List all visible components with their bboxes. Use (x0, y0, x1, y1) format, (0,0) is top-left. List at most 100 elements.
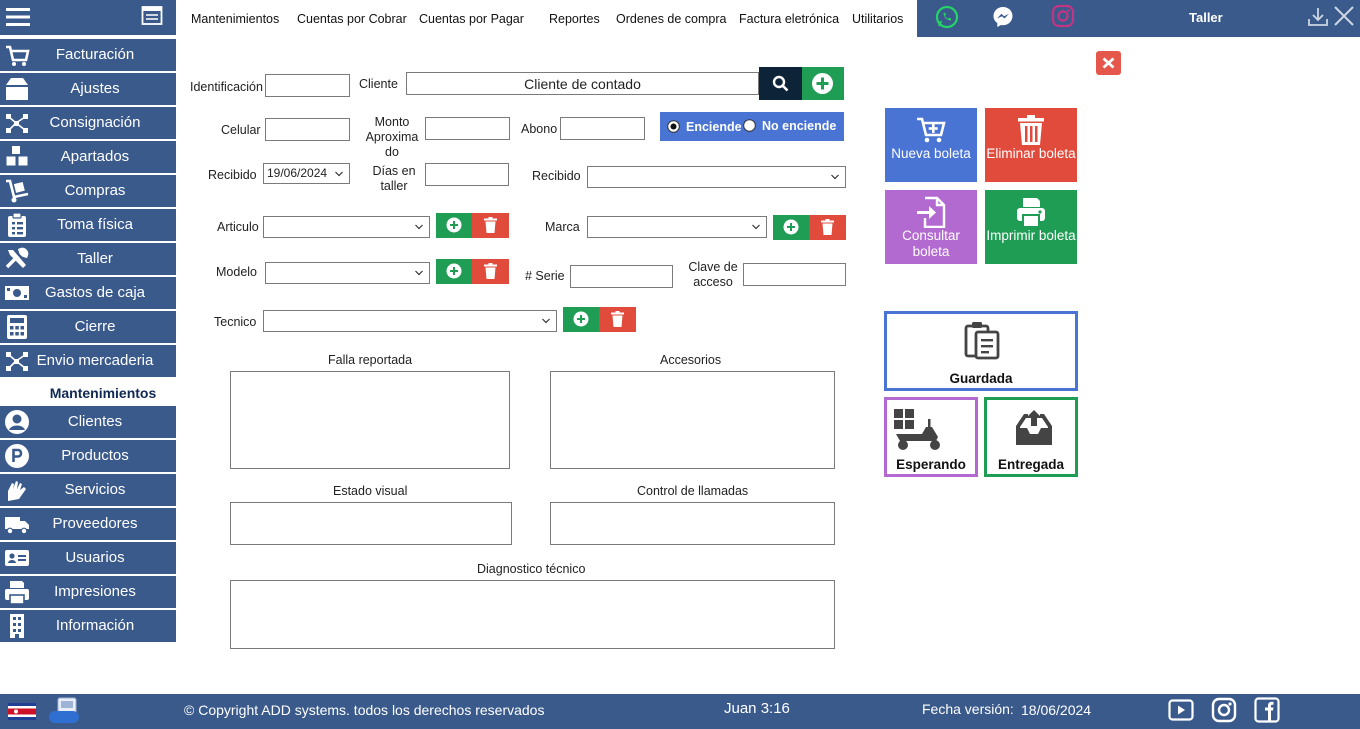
search-cliente-button[interactable] (759, 67, 802, 100)
sidebar-item-usuarios[interactable]: Usuarios (0, 542, 176, 574)
estado-guardada-button[interactable]: Guardada (884, 311, 1078, 391)
estado-esperando-button[interactable]: Esperando (884, 397, 978, 477)
celular-input[interactable] (265, 118, 350, 141)
menu-cuentas-cobrar[interactable]: Cuentas por Cobrar (297, 12, 407, 26)
delete-tecnico-button[interactable] (599, 307, 636, 332)
eliminar-boleta-label: Eliminar boleta (986, 146, 1076, 161)
control-label: Control de llamadas (637, 484, 749, 498)
sidebar-item-compras[interactable]: Compras (0, 175, 176, 207)
sidebar-item-clientes[interactable]: Clientes (0, 406, 176, 438)
add-systems-logo (49, 697, 79, 723)
sidebar-item-label: Facturación (55, 46, 135, 63)
sidebar-item-taller[interactable]: Taller (0, 243, 176, 275)
add-tecnico-button[interactable] (563, 307, 599, 332)
menu-reportes[interactable]: Reportes (549, 12, 600, 26)
accesorios-label: Accesorios (660, 353, 722, 367)
sidebar-item-ajustes[interactable]: Ajustes (0, 73, 176, 105)
chevron-down-icon (415, 224, 423, 230)
sidebar-item-información[interactable]: Información (0, 610, 176, 642)
estado-entregada-button[interactable]: Entregada (984, 397, 1078, 477)
chevron-down-icon (335, 171, 343, 177)
radio-enciende[interactable] (667, 120, 680, 133)
monto-input[interactable] (425, 117, 510, 140)
hamburger-menu-icon[interactable] (6, 6, 30, 28)
trash-icon (611, 311, 624, 327)
add-marca-button[interactable] (773, 215, 809, 240)
menu-ordenes-compra[interactable]: Ordenes de compra (616, 12, 726, 26)
dias-input[interactable] (425, 163, 509, 186)
add-cliente-button[interactable] (802, 67, 844, 100)
diagnostico-label: Diagnostico técnico (477, 562, 586, 576)
sidebar-item-cierre[interactable]: Cierre (0, 311, 176, 343)
close-form-button[interactable] (1096, 51, 1121, 75)
instagram-icon[interactable] (1051, 4, 1075, 28)
sidebar-item-label: Usuarios (65, 549, 125, 566)
menu-cuentas-pagar[interactable]: Cuentas por Pagar (419, 12, 524, 26)
add-modelo-button[interactable] (436, 259, 472, 284)
sidebar-item-gastos-de-caja[interactable]: Gastos de caja (0, 277, 176, 309)
menu-utilitarios[interactable]: Utilitarios (852, 12, 903, 26)
serie-input[interactable] (570, 265, 673, 288)
identificacion-input[interactable] (265, 74, 350, 97)
sidebar-item-label: Compras (64, 182, 126, 199)
recibido-date-picker[interactable]: 19/06/2024 (263, 163, 350, 184)
whatsapp-icon[interactable] (935, 5, 959, 29)
sidebar-item-toma-física[interactable]: Toma física (0, 209, 176, 241)
trash-icon (1018, 115, 1044, 145)
falla-textarea[interactable] (230, 371, 510, 469)
sidebar-item-impresiones[interactable]: Impresiones (0, 576, 176, 608)
youtube-icon[interactable] (1168, 697, 1194, 723)
download-icon[interactable] (1307, 6, 1329, 28)
marca-select[interactable] (587, 216, 767, 238)
diagnostico-textarea[interactable] (230, 580, 835, 649)
costa-rica-flag-icon (8, 703, 36, 720)
instagram-icon[interactable] (1211, 697, 1237, 723)
facebook-icon[interactable] (1254, 697, 1280, 723)
tecnico-select[interactable] (263, 310, 557, 332)
delete-marca-button[interactable] (809, 215, 846, 240)
consultar-boleta-button[interactable]: Consultar boleta (885, 190, 977, 264)
clave-input[interactable] (743, 263, 846, 286)
messenger-icon[interactable] (991, 5, 1015, 29)
sidebar-item-consignación[interactable]: Consignación (0, 107, 176, 139)
articulo-select[interactable] (263, 216, 430, 238)
cliente-input[interactable]: Cliente de contado (406, 72, 759, 95)
calendar-icon[interactable] (141, 4, 163, 26)
menu-mantenimientos[interactable]: Mantenimientos (191, 12, 279, 26)
control-textarea[interactable] (550, 502, 835, 545)
eliminar-boleta-button[interactable]: Eliminar boleta (985, 108, 1077, 182)
nueva-boleta-button[interactable]: Nueva boleta (885, 108, 977, 182)
modelo-label: Modelo (216, 265, 257, 279)
version-label: Fecha versión: (922, 701, 1014, 717)
delete-modelo-button[interactable] (472, 259, 509, 284)
falla-label: Falla reportada (328, 353, 413, 367)
articulo-label: Articulo (217, 220, 259, 234)
sidebar-item-label: Envio mercaderia (36, 352, 154, 369)
sidebar-item-productos[interactable]: Productos (0, 440, 176, 472)
imprimir-boleta-button[interactable]: Imprimir boleta (985, 190, 1077, 264)
no-enciende-label: No enciende (762, 119, 837, 133)
menu-factura-electronica[interactable]: Factura eletrónica (739, 12, 839, 26)
sidebar-item-label: Productos (61, 447, 129, 464)
accesorios-textarea[interactable] (550, 371, 835, 469)
sidebar-item-apartados[interactable]: Apartados (0, 141, 176, 173)
radio-no-enciende[interactable] (743, 119, 756, 132)
recibido-select[interactable] (587, 166, 846, 188)
estado-textarea[interactable] (230, 502, 512, 545)
dias-label: Días en taller (372, 164, 416, 193)
trash-icon (821, 219, 834, 235)
sidebar-item-servicios[interactable]: Servicios (0, 474, 176, 506)
close-icon[interactable] (1333, 5, 1355, 27)
modelo-select[interactable] (265, 262, 430, 284)
verse-text: Juan 3:16 (724, 700, 790, 717)
add-articulo-button[interactable] (436, 213, 472, 238)
delete-articulo-button[interactable] (472, 213, 509, 238)
sidebar-header (0, 0, 176, 35)
abono-input[interactable] (560, 117, 645, 140)
sidebar-item-envio-mercaderia[interactable]: Envio mercaderia (0, 345, 176, 377)
search-icon (772, 75, 789, 92)
serie-label: # Serie (525, 269, 565, 283)
scooter-delivery-icon (894, 409, 940, 450)
sidebar-item-proveedores[interactable]: Proveedores (0, 508, 176, 540)
sidebar-item-facturación[interactable]: Facturación (0, 39, 176, 71)
